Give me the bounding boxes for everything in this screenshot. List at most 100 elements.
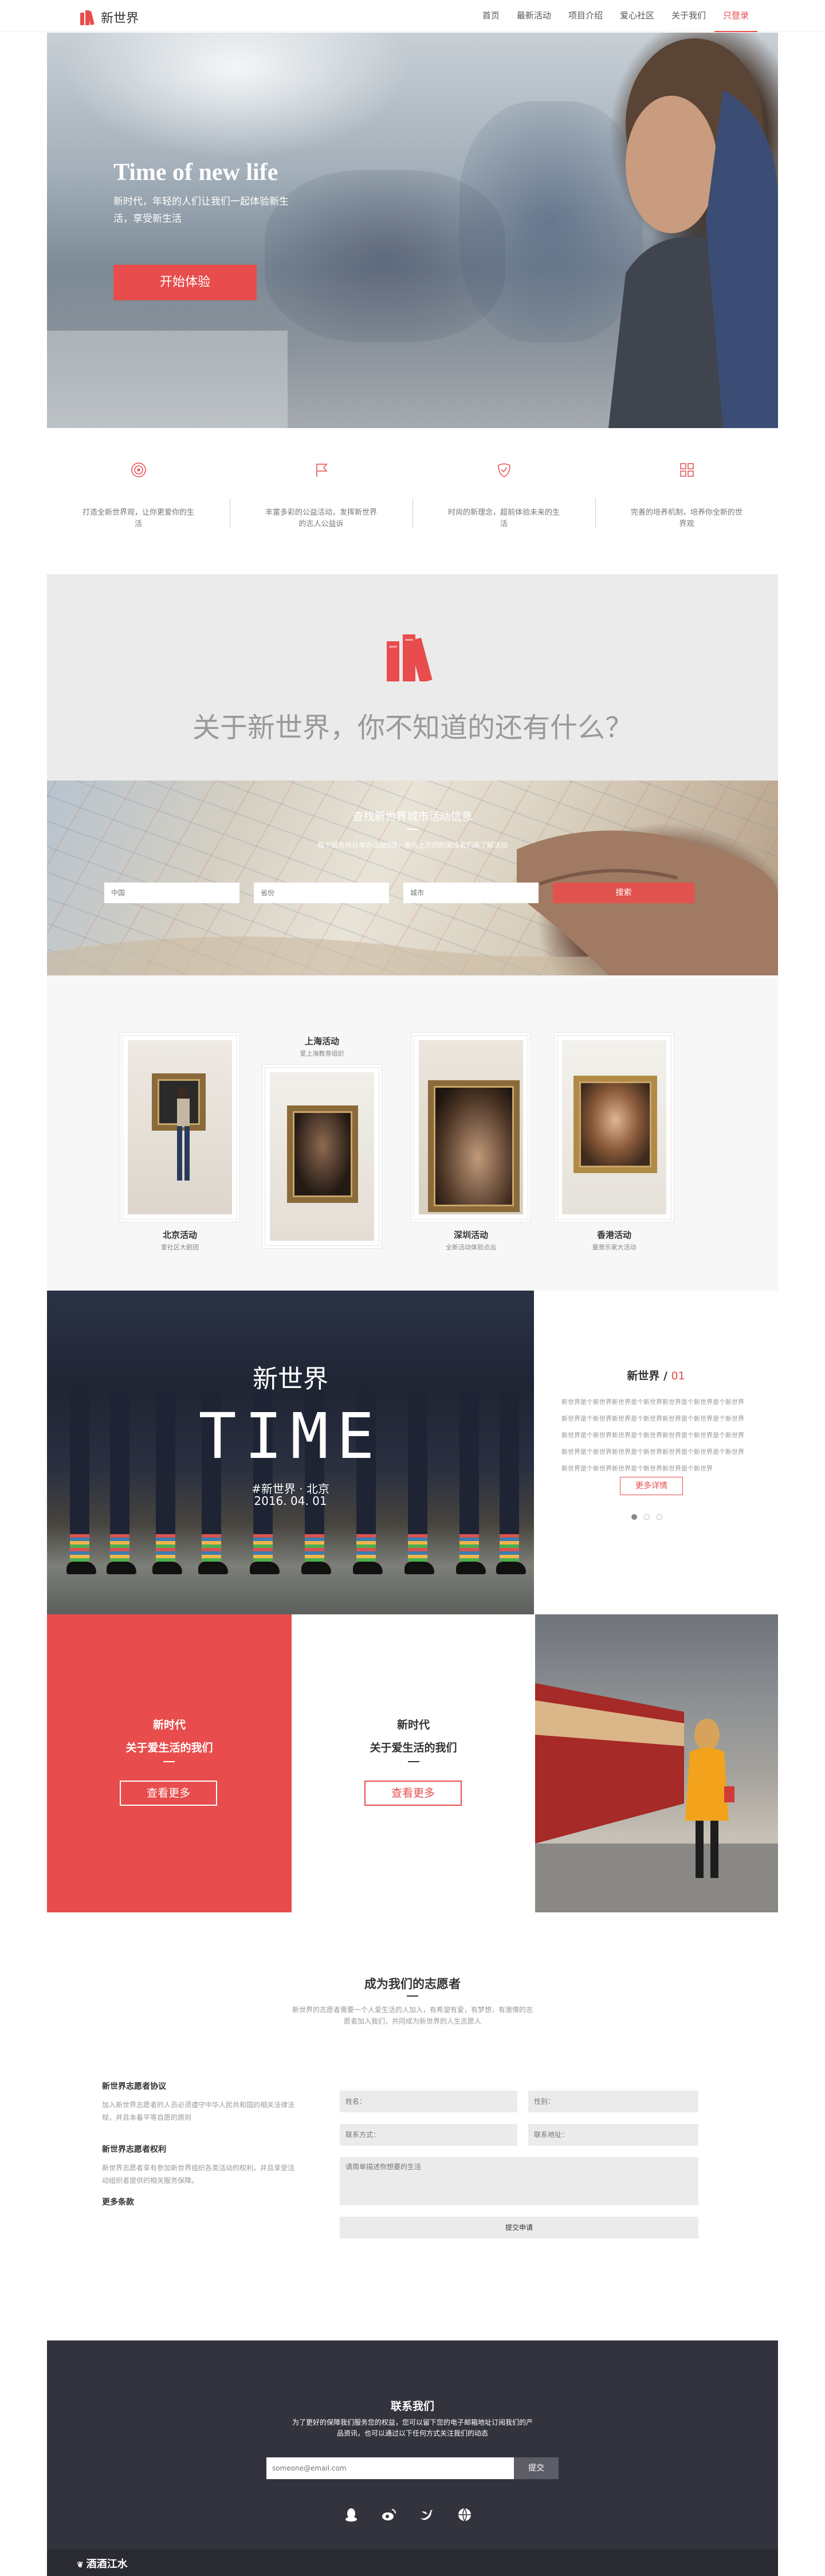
event-card-shenzhen[interactable]: [414, 1035, 528, 1220]
country-input[interactable]: [104, 883, 239, 903]
promo-card-red: 新时代 关于爱生活的我们 查看更多: [47, 1614, 292, 1912]
carousel-dot[interactable]: [644, 1514, 650, 1520]
event-card-beijing[interactable]: [123, 1035, 237, 1220]
divider: [407, 1995, 418, 1997]
grid-icon: [678, 461, 696, 479]
email-subscribe-input[interactable]: [266, 2457, 514, 2479]
view-more-button[interactable]: 查看更多: [120, 1781, 217, 1806]
volunteer-subtitle: 新世界的志愿者需要一个人爱生活的人加入，有希望有爱，有梦想，有激情的志愿者加入我…: [292, 2006, 533, 2025]
weibo-icon[interactable]: [381, 2507, 397, 2523]
agreement-text: 加入新世界志愿者的人员必须遵守中华人民共和国的相关法律法规，并且本着平等自愿的原…: [102, 2101, 295, 2122]
feature-text: 时尚的新理念，超前体验未来的生活: [447, 508, 560, 528]
events-section: 北京活动 爱社区大剧团 上海活动 爱上海教育组织 深圳活动 全新活动体验点出 香…: [47, 975, 778, 1291]
feature-item: 时尚的新理念，超前体验未来的生活: [412, 453, 595, 544]
event-subtitle: 童普乐家大活动: [592, 1244, 637, 1251]
feature-text: 打造全新世界观，让你更爱你的生活: [82, 508, 194, 528]
footer-brand: ❦ 酒酒江水: [77, 2558, 128, 2570]
more-details-button[interactable]: 更多详情: [620, 1477, 683, 1495]
gender-field[interactable]: [528, 2091, 698, 2112]
nav-item-community[interactable]: 爱心社区: [611, 0, 663, 32]
brand-logo[interactable]: 新世界: [79, 8, 139, 26]
visitor-figure: [177, 1087, 190, 1181]
qq-icon[interactable]: [343, 2507, 359, 2523]
twitter-icon[interactable]: [419, 2507, 435, 2523]
event-card-shanghai[interactable]: [265, 1067, 379, 1246]
promo-heading: 新时代: [152, 1719, 186, 1731]
subscribe-button[interactable]: 提交: [514, 2457, 559, 2479]
volunteer-info: 新世界志愿者协议 加入新世界志愿者的人员必须遵守中华人民共和国的相关法律法规，并…: [102, 2080, 297, 2214]
more-terms-link[interactable]: 更多条款: [102, 2196, 297, 2208]
feature-item: 丰富多彩的公益活动，发挥新世界的志人公益诉: [230, 453, 412, 544]
about-title: 关于新世界，你不知道的还有什么？: [192, 712, 632, 744]
hero-banner: Time of new life 新时代，年轻的人们让我们一起体验新生活，享受新…: [47, 33, 778, 428]
time-feature-section: 新世界 TIME #新世界 · 北京 2016. 04. 01 新世界 / 01…: [47, 1291, 778, 1614]
features-row: 打造全新世界观，让你更爱你的生活 丰富多彩的公益活动，发挥新世界的志人公益诉 时…: [47, 453, 778, 544]
event-subtitle: 全新活动体验点出: [446, 1244, 496, 1251]
event-title: 北京活动: [162, 1230, 197, 1240]
city-search-section: 查找新世界城市活动信息 每个城市共计举办活动3场，参与上万同的阅读者们来了解活动…: [47, 781, 778, 975]
nav-item-projects[interactable]: 项目介绍: [560, 0, 611, 32]
nav-item-home[interactable]: 首页: [474, 0, 508, 32]
agreement-heading[interactable]: 新世界志愿者协议: [102, 2080, 297, 2092]
promo-heading: 新时代: [396, 1719, 430, 1731]
feature-text: 完善的培养机制，培养你全新的世界观: [630, 508, 742, 528]
feature-item: 完善的培养机制，培养你全新的世界观: [595, 453, 778, 544]
name-field[interactable]: [340, 2091, 517, 2112]
feature-text: 丰富多彩的公益活动，发挥新世界的志人公益诉: [265, 508, 377, 528]
event-title: 上海活动: [304, 1036, 339, 1046]
time-heading: 新世界: [253, 1365, 328, 1394]
divider: [163, 1761, 175, 1762]
about-section: 关于新世界，你不知道的还有什么？: [47, 574, 778, 781]
books-logo-icon: [387, 634, 433, 681]
footer: 联系我们 为了更好的保障我们服务您的权益，您可以留下您的电子邮箱地址订阅我们的产…: [47, 2340, 778, 2576]
promo-subheading: 关于爱生活的我们: [370, 1742, 457, 1754]
rights-text: 新世界志愿者享有参加新世界组织各类活动的权利，并且享受活动组织者提供的相关服务保…: [102, 2164, 295, 2185]
event-card-hongkong[interactable]: [557, 1035, 671, 1220]
time-date: 2016. 04. 01: [254, 1494, 327, 1508]
side-paragraph: 新世界是个新世界新世界是个新世界新世界是个新世界是个新世界 新世界是个新世界新世…: [561, 1398, 744, 1472]
divider: [408, 1761, 419, 1762]
carousel-dot[interactable]: [631, 1514, 637, 1520]
search-title: 查找新世界城市活动信息: [352, 810, 473, 823]
promo-card-white: 新时代 关于爱生活的我们 查看更多: [292, 1614, 535, 1912]
contact-field[interactable]: [340, 2124, 517, 2146]
hero-photo-passenger: [47, 38, 778, 428]
event-title: 深圳活动: [453, 1230, 488, 1240]
feature-item: 打造全新世界观，让你更爱你的生活: [47, 453, 230, 544]
target-icon: [130, 461, 147, 479]
brand-name: 新世界: [101, 11, 139, 26]
shield-icon: [496, 461, 513, 479]
nav-item-login[interactable]: 只登录: [714, 0, 757, 32]
city-input[interactable]: [403, 883, 539, 903]
flag-icon: [313, 461, 330, 479]
globe-icon[interactable]: [457, 2507, 473, 2523]
top-nav: 新世界 首页 最新活动 项目介绍 爱心社区 关于我们 只登录: [0, 0, 825, 32]
promo-section: 新时代 关于爱生活的我们 查看更多 新时代 关于爱生活的我们 查看更多: [47, 1614, 778, 1912]
nav-menu: 首页 最新活动 项目介绍 爱心社区 关于我们 只登录: [474, 0, 757, 32]
social-links: [343, 2507, 473, 2523]
contact-subtitle: 为了更好的保障我们服务您的权益，您可以留下您的电子邮箱地址订阅我们的产品资讯，也…: [292, 2418, 533, 2437]
rights-heading[interactable]: 新世界志愿者权利: [102, 2143, 297, 2155]
view-more-button[interactable]: 查看更多: [364, 1781, 462, 1806]
search-subtitle: 每个城市共计举办活动3场，参与上万同的阅读者们来了解活动: [317, 841, 508, 849]
books-logo-icon: [79, 9, 96, 25]
carousel-dot[interactable]: [657, 1514, 662, 1520]
province-input[interactable]: [254, 883, 389, 903]
train-platform-photo: [535, 1614, 778, 1912]
address-field[interactable]: [528, 2124, 698, 2146]
wine-icon: ❦: [77, 2561, 87, 2570]
footer-bottom-bar: ❦ 酒酒江水: [47, 2549, 778, 2576]
submit-application-button[interactable]: 提交申请: [340, 2217, 698, 2238]
start-experience-button[interactable]: 开始体验: [113, 265, 257, 300]
event-subtitle: 爱上海教育组织: [300, 1050, 344, 1057]
nav-item-about[interactable]: 关于我们: [663, 0, 714, 32]
message-textarea[interactable]: [340, 2157, 698, 2205]
volunteer-title: 成为我们的志愿者: [364, 1977, 461, 1991]
contact-title: 联系我们: [390, 2400, 434, 2413]
side-title: 新世界 / 01: [627, 1370, 685, 1382]
event-subtitle: 爱社区大剧团: [161, 1244, 199, 1251]
hero-title: Time of new life: [113, 159, 278, 186]
search-button[interactable]: 搜索: [553, 883, 694, 903]
nav-item-events[interactable]: 最新活动: [508, 0, 560, 32]
suits-socks-photo: 新世界 TIME #新世界 · 北京 2016. 04. 01: [47, 1291, 534, 1614]
